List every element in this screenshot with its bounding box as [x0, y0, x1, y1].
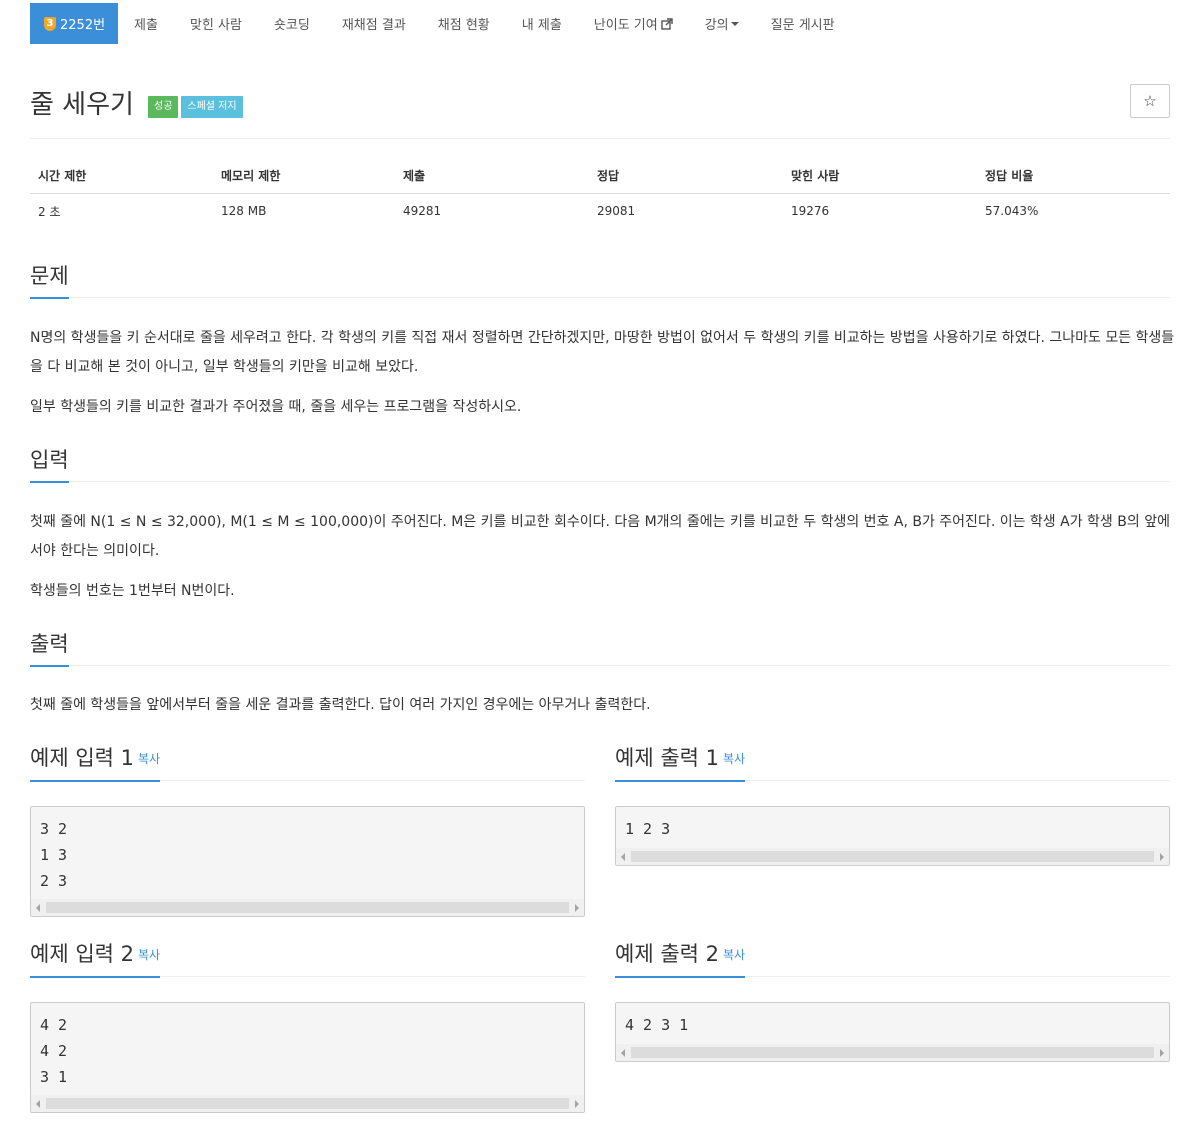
solved-users-value: 19276: [791, 204, 830, 219]
sample-input-1-box[interactable]: 3 2 1 3 2 3: [30, 806, 585, 917]
scroll-left-arrow-icon[interactable]: [36, 904, 40, 912]
scrollbar-thumb[interactable]: [631, 851, 1154, 862]
problem-menu: 3 2252번 제출 맞힌 사람 숏코딩 재채점 결과 채점 현황 내 제출 난…: [30, 3, 851, 44]
tab-question-board[interactable]: 질문 게시판: [755, 3, 851, 44]
header-solved-users: 맞힌 사람: [783, 159, 977, 194]
sample-output-2-title: 예제 출력 2 복사: [615, 941, 746, 978]
table-row: 2 초 128 MB 49281 29081 19276 57.043%: [30, 193, 1170, 229]
accept-ratio-value: 57.043%: [985, 204, 1039, 219]
sample-input-2-box[interactable]: 4 2 4 2 3 1: [30, 1002, 585, 1113]
scroll-right-arrow-icon[interactable]: [575, 904, 579, 912]
scroll-right-arrow-icon[interactable]: [1160, 1049, 1164, 1057]
sample-input-1-content: 3 2 1 3 2 3: [40, 820, 68, 890]
star-icon: ☆: [1143, 92, 1157, 110]
header-time-limit: 시간 제한: [30, 159, 213, 194]
problem-header: 줄 세우기 성공 스페셜 저지 ☆: [30, 84, 1170, 139]
tab-submit[interactable]: 제출: [118, 3, 174, 44]
caret-down-icon: [730, 21, 739, 26]
scroll-left-arrow-icon[interactable]: [621, 1049, 625, 1057]
table-header-row: 시간 제한 메모리 제한 제출 정답 맞힌 사람 정답 비율: [30, 159, 1170, 194]
input-section-header: 입력: [30, 442, 1170, 483]
accepted-value: 29081: [597, 204, 636, 219]
tab-lectures-dropdown[interactable]: 강의: [689, 3, 755, 44]
sample-output-1-label: 예제 출력 1: [615, 746, 719, 770]
gold-tier-icon: 3: [44, 16, 56, 31]
input-section-title: 입력: [30, 447, 69, 483]
scroll-left-arrow-icon[interactable]: [621, 853, 625, 861]
horizontal-scrollbar[interactable]: [616, 1044, 1169, 1061]
input-description-paragraph: 첫째 줄에 N(1 ≤ N ≤ 32,000), M(1 ≤ M ≤ 100,0…: [30, 514, 1170, 559]
external-link-icon: [661, 17, 673, 30]
scrollbar-thumb[interactable]: [631, 1047, 1154, 1058]
tab-judge-status[interactable]: 채점 현황: [422, 3, 506, 44]
header-memory-limit: 메모리 제한: [213, 159, 395, 194]
problem-labels: 성공 스페셜 저지: [148, 96, 243, 118]
special-judge-badge: 스페셜 저지: [181, 96, 243, 118]
header-accepted: 정답: [589, 159, 783, 194]
problem-section-title: 문제: [30, 263, 69, 299]
sample-output-1-content: 1 2 3: [625, 820, 671, 838]
sample-output-1-header: 예제 출력 1 복사: [615, 741, 1170, 782]
output-section-title: 출력: [30, 631, 69, 667]
problem-info-table: 시간 제한 메모리 제한 제출 정답 맞힌 사람 정답 비율 2 초 128 M…: [30, 159, 1170, 229]
sample-output-2-box[interactable]: 4 2 3 1: [615, 1002, 1170, 1062]
sample-input-2-content: 4 2 4 2 3 1: [40, 1016, 68, 1086]
sample-output-2-content: 4 2 3 1: [625, 1016, 689, 1034]
sample-output-1-box[interactable]: 1 2 3: [615, 806, 1170, 866]
horizontal-scrollbar[interactable]: [616, 848, 1169, 865]
tab-difficulty-contribution[interactable]: 난이도 기여: [578, 3, 689, 44]
scrollbar-thumb[interactable]: [46, 1098, 569, 1109]
page-title: 줄 세우기: [30, 90, 134, 120]
tab-solved-users[interactable]: 맞힌 사람: [174, 3, 258, 44]
difficulty-contribution-label: 난이도 기여: [593, 18, 658, 33]
favorite-star-button[interactable]: ☆: [1130, 84, 1170, 118]
tab-rejudge-results[interactable]: 재채점 결과: [326, 3, 422, 44]
copy-sample-output-2-button[interactable]: 복사: [723, 948, 745, 962]
output-description-paragraph: 첫째 줄에 학생들을 앞에서부터 줄을 세운 결과를 출력한다. 답이 여러 가…: [30, 697, 651, 713]
sample-input-1-title: 예제 입력 1 복사: [30, 745, 161, 782]
sample-input-1-label: 예제 입력 1: [30, 746, 134, 770]
header-accept-ratio: 정답 비율: [977, 159, 1170, 194]
lectures-label: 강의: [704, 18, 729, 33]
problem-description-paragraph-2: 일부 학생들의 키를 비교한 결과가 주어졌을 때, 줄을 세우는 프로그램을 …: [30, 399, 522, 415]
submissions-value: 49281: [403, 204, 442, 219]
tab-problem-number[interactable]: 3 2252번: [30, 3, 119, 44]
horizontal-scrollbar[interactable]: [31, 1095, 584, 1112]
tab-short-coding[interactable]: 숏코딩: [258, 3, 326, 44]
horizontal-scrollbar[interactable]: [31, 899, 584, 916]
status-badge-success: 성공: [148, 96, 179, 118]
scroll-right-arrow-icon[interactable]: [1160, 853, 1164, 861]
scroll-left-arrow-icon[interactable]: [36, 1100, 40, 1108]
input-description-paragraph-2: 학생들의 번호는 1번부터 N번이다.: [30, 583, 235, 599]
header-submissions: 제출: [395, 159, 589, 194]
time-limit-value: 2 초: [38, 204, 61, 219]
problem-description-paragraph: N명의 학생들을 키 순서대로 줄을 세우려고 한다. 각 학생의 키를 직접 …: [30, 330, 1175, 375]
scroll-right-arrow-icon[interactable]: [575, 1100, 579, 1108]
problem-section-header: 문제: [30, 258, 1170, 299]
problem-number-label: 2252번: [60, 18, 106, 33]
memory-limit-value: 128 MB: [221, 204, 267, 219]
copy-sample-input-2-button[interactable]: 복사: [138, 948, 160, 962]
sample-input-2-label: 예제 입력 2: [30, 942, 134, 966]
sample-output-2-header: 예제 출력 2 복사: [615, 937, 1170, 978]
output-section-header: 출력: [30, 626, 1170, 667]
sample-input-1-header: 예제 입력 1 복사: [30, 741, 585, 782]
scrollbar-thumb[interactable]: [46, 902, 569, 913]
sample-output-1-title: 예제 출력 1 복사: [615, 745, 746, 782]
sample-output-2-label: 예제 출력 2: [615, 942, 719, 966]
sample-input-2-title: 예제 입력 2 복사: [30, 941, 161, 978]
copy-sample-output-1-button[interactable]: 복사: [723, 752, 745, 766]
copy-sample-input-1-button[interactable]: 복사: [138, 752, 160, 766]
tab-my-submissions[interactable]: 내 제출: [506, 3, 578, 44]
sample-input-2-header: 예제 입력 2 복사: [30, 937, 585, 978]
